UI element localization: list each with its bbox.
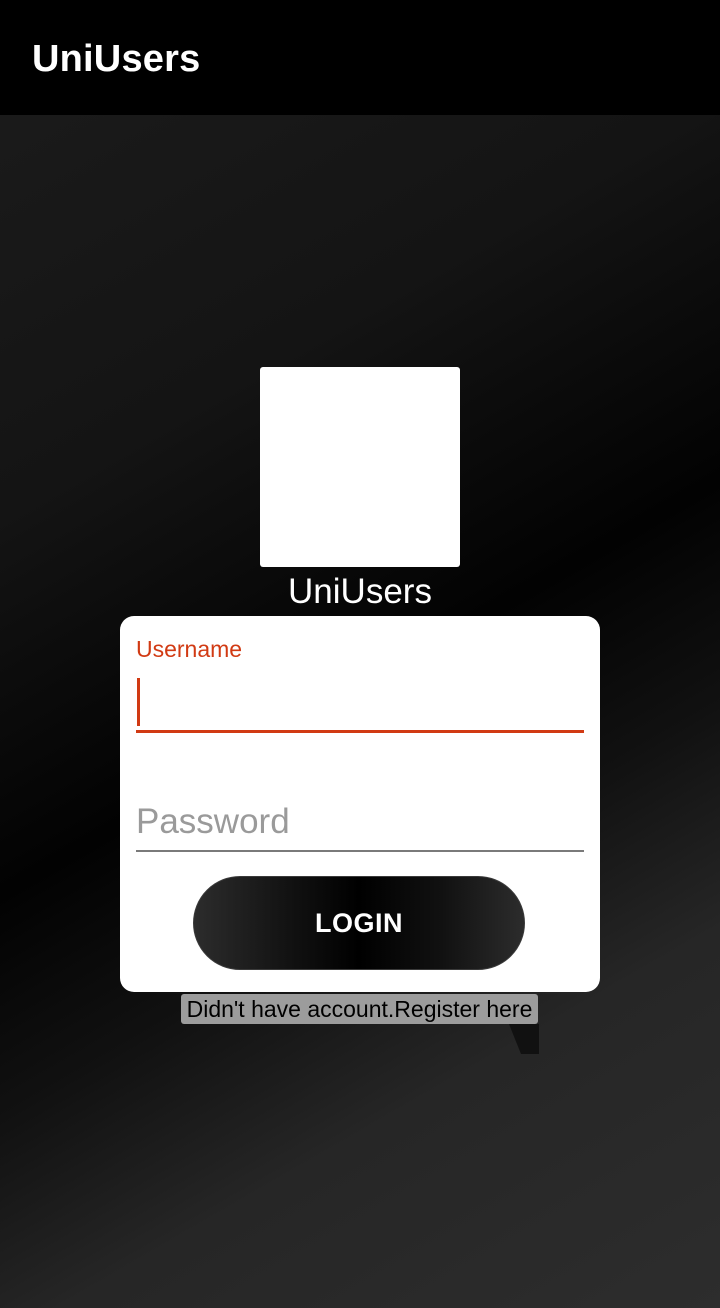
logo-label: UniUsers	[288, 572, 432, 611]
register-link[interactable]: Didn't have account.Register here	[181, 994, 538, 1024]
login-card: Username LOGIN	[120, 616, 600, 992]
username-label: Username	[136, 636, 243, 662]
password-input[interactable]	[136, 794, 584, 852]
username-input[interactable]	[136, 674, 584, 733]
text-cursor	[137, 678, 140, 726]
app-bar: UniUsers	[0, 0, 720, 115]
app-title: UniUsers	[32, 38, 201, 80]
login-screen: UniUsers UniUsers Username LOGIN Didn't …	[0, 0, 720, 1308]
register-link-shadow	[509, 1024, 539, 1054]
login-button[interactable]: LOGIN	[193, 876, 525, 970]
logo-image	[260, 367, 460, 567]
